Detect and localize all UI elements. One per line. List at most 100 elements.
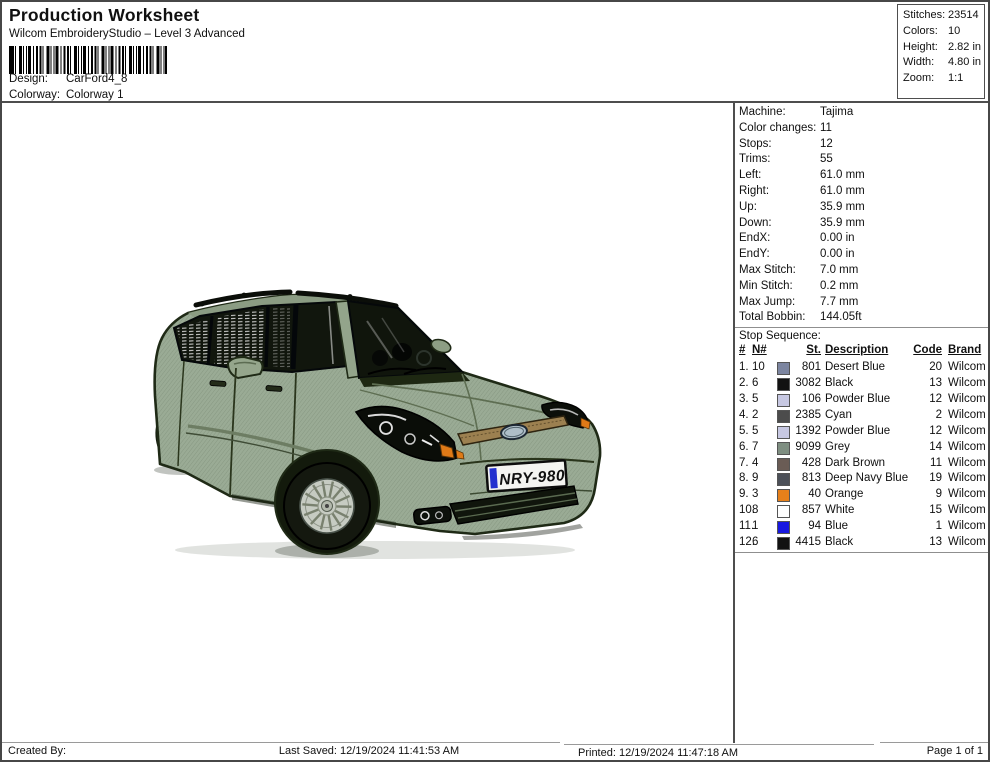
thread-code: 13 (903, 376, 942, 392)
thread-description: Deep Navy Blue (825, 471, 908, 487)
machine-info-label: Max Jump: (739, 295, 820, 311)
col-header-code: Code (903, 344, 942, 356)
needle-number: 6 (752, 535, 758, 551)
design-value: CarFord4_8 (66, 73, 127, 85)
thread-code: 9 (903, 487, 942, 503)
machine-info-value: 144.05ft (820, 311, 862, 323)
worksheet-page: Production Worksheet Wilcom EmbroiderySt… (0, 0, 990, 762)
thread-code: 12 (903, 424, 942, 440)
thread-description: Orange (825, 487, 863, 503)
thread-code: 19 (903, 471, 942, 487)
thread-description: Cyan (825, 408, 852, 424)
thread-brand: Wilcom (948, 519, 986, 535)
plate-euroband (489, 468, 497, 488)
stop-sequence-row: 2. 6 3082 Black 13 Wilcom (735, 376, 988, 392)
colorway-row: Colorway:Colorway 1 (9, 89, 124, 101)
summary-row: Zoom:1:1 (903, 71, 984, 87)
needle-number: 7 (752, 440, 758, 456)
machine-info-value: 7.0 mm (820, 264, 858, 276)
thread-description: Black (825, 535, 853, 551)
thread-brand: Wilcom (948, 535, 986, 551)
row-number: 6. (739, 440, 749, 456)
stitch-count: 801 (779, 360, 821, 376)
footer-page-number: Page 1 of 1 (880, 742, 988, 759)
machine-info-value: 55 (820, 153, 833, 165)
side-mirror (228, 357, 263, 378)
col-header-st: St. (779, 344, 821, 356)
stop-sequence-row: 10. 8 857 White 15 Wilcom (735, 503, 988, 519)
summary-label: Width: (903, 55, 948, 71)
thread-code: 2 (903, 408, 942, 424)
stop-sequence-header: # N# St. Description Code Brand (735, 344, 988, 360)
machine-info-label: Stops: (739, 137, 820, 153)
thread-code: 20 (903, 360, 942, 376)
stop-sequence-row: 1. 10 801 Desert Blue 20 Wilcom (735, 360, 988, 376)
machine-info-value: 12 (820, 138, 833, 150)
machine-info-label: Right: (739, 184, 820, 200)
stitch-count: 4415 (779, 535, 821, 551)
license-plate: NRY-980 (486, 460, 567, 491)
stitch-count: 94 (779, 519, 821, 535)
thread-description: White (825, 503, 854, 519)
stitch-count: 40 (779, 487, 821, 503)
summary-label: Height: (903, 40, 948, 56)
col-header-num: # (739, 344, 745, 356)
footer-last-saved: Last Saved: 12/19/2024 11:41:53 AM (178, 742, 560, 759)
colorway-label: Colorway: (9, 89, 66, 101)
row-number: 7. (739, 456, 749, 472)
design-summary-box: Stitches:23514 Colors:10 Height:2.82 in … (897, 4, 985, 99)
thread-description: Desert Blue (825, 360, 885, 376)
machine-info-row: EndX:0.00 in (735, 231, 988, 247)
thread-code: 15 (903, 503, 942, 519)
needle-number: 1 (752, 519, 758, 535)
thread-brand: Wilcom (948, 440, 986, 456)
stop-sequence-row: 5. 5 1392 Powder Blue 12 Wilcom (735, 424, 988, 440)
summary-row: Colors:10 (903, 24, 984, 40)
thread-brand: Wilcom (948, 456, 986, 472)
summary-label: Colors: (903, 24, 948, 40)
machine-info-label: EndX: (739, 231, 820, 247)
stop-sequence-title: Stop Sequence: (735, 327, 988, 344)
machine-info-value: Tajima (820, 106, 853, 118)
row-number: 4. (739, 408, 749, 424)
stop-sequence-row: 4. 2 2385 Cyan 2 Wilcom (735, 408, 988, 424)
stop-sequence-row: 7. 4 428 Dark Brown 11 Wilcom (735, 456, 988, 472)
thread-code: 1 (903, 519, 942, 535)
machine-info-label: Up: (739, 200, 820, 216)
machine-info-row: Down:35.9 mm (735, 216, 988, 232)
machine-info-row: Max Stitch:7.0 mm (735, 263, 988, 279)
machine-info-row: Total Bobbin:144.05ft (735, 310, 988, 326)
stop-sequence-row: 12. 6 4415 Black 13 Wilcom (735, 535, 988, 551)
machine-info-row: Trims:55 (735, 152, 988, 168)
machine-info-value: 0.2 mm (820, 280, 858, 292)
design-label: Design: (9, 73, 66, 85)
windshield (348, 301, 462, 378)
row-number: 5. (739, 424, 749, 440)
summary-label: Stitches: (903, 8, 948, 24)
needle-number: 2 (752, 408, 758, 424)
stitch-count: 1392 (779, 424, 821, 440)
machine-info-label: EndY: (739, 247, 820, 263)
needle-number: 4 (752, 456, 758, 472)
thread-code: 13 (903, 535, 942, 551)
machine-info-value: 35.9 mm (820, 217, 865, 229)
footer-created-by: Created By: (2, 742, 178, 759)
machine-info-row: Color changes:11 (735, 121, 988, 137)
thread-description: Black (825, 376, 853, 392)
thread-description: Blue (825, 519, 848, 535)
machine-info-row: Stops:12 (735, 137, 988, 153)
col-header-description: Description (825, 344, 888, 356)
summary-value: 1:1 (948, 72, 963, 84)
row-number: 8. (739, 471, 749, 487)
thread-brand: Wilcom (948, 424, 986, 440)
summary-value: 2.82 in (948, 41, 981, 53)
col-header-brand: Brand (948, 344, 981, 356)
machine-info-value: 61.0 mm (820, 169, 865, 181)
needle-number: 8 (752, 503, 758, 519)
needle-number: 10 (752, 360, 765, 376)
thread-description: Powder Blue (825, 392, 890, 408)
footer-printed: Printed: 12/19/2024 11:47:18 AM (564, 744, 874, 759)
page-title: Production Worksheet (9, 5, 199, 26)
stitch-count: 2385 (779, 408, 821, 424)
summary-row: Height:2.82 in (903, 40, 984, 56)
